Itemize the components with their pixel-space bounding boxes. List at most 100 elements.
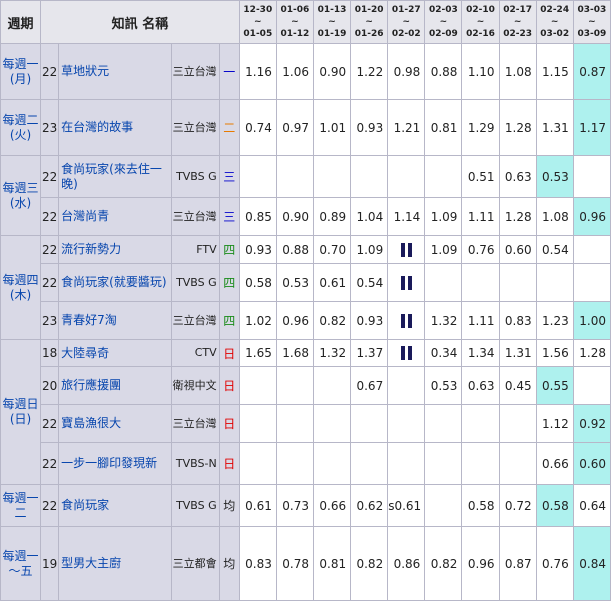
weekday-cell: 一 — [218, 43, 240, 100]
rating-cell: 0.74 — [238, 99, 277, 156]
table-row: 每週二(火) 23 在台灣的故事 三立台灣 二 0.74 0.97 1.01 0… — [0, 99, 611, 156]
network-cell: TVBS-N — [170, 442, 220, 485]
rating-cell: 0.58 — [238, 263, 277, 302]
rating-cell — [387, 366, 426, 405]
program-link[interactable]: 流行新勢力 — [58, 235, 172, 264]
rating-cell: 0.89 — [312, 197, 352, 236]
day-cell[interactable]: 每週一～五 — [0, 526, 42, 601]
rating-cell: 0.53 — [535, 155, 574, 198]
program-link[interactable]: 旅行應援團 — [58, 366, 172, 405]
rating-cell: 0.62 — [350, 484, 389, 527]
time-cell: 22 — [40, 484, 60, 527]
pause-cell — [387, 301, 426, 340]
rating-cell — [350, 442, 389, 485]
program-link[interactable]: 大陸尋奇 — [58, 339, 172, 367]
rating-cell — [498, 404, 537, 443]
rating-cell: 0.76 — [535, 526, 574, 601]
time-cell: 22 — [40, 263, 60, 302]
rating-cell: 1.28 — [572, 339, 611, 367]
network-cell: TVBS G — [170, 263, 220, 302]
weekday-cell: 均 — [218, 526, 240, 601]
rating-cell — [498, 442, 537, 485]
day-cell[interactable]: 每週日(日) — [0, 339, 42, 485]
program-link[interactable]: 一步一腳印發現新 — [58, 442, 172, 485]
table-row: 22 台灣尚青 三立台灣 三 0.85 0.90 0.89 1.04 1.14 … — [1, 197, 611, 236]
rating-cell: 0.58 — [535, 484, 574, 527]
rating-cell: 0.64 — [572, 484, 611, 527]
rating-cell: 1.01 — [312, 99, 352, 156]
week-header: 01-27 ~02-02 — [387, 0, 426, 44]
rating-cell — [572, 235, 611, 264]
rating-cell: 1.32 — [424, 301, 463, 340]
day-cell[interactable]: 每週四(木) — [0, 235, 42, 340]
pause-icon — [400, 313, 412, 328]
rating-cell — [275, 442, 314, 485]
rating-cell: 1.23 — [535, 301, 574, 340]
program-link[interactable]: 寶島漁很大 — [58, 404, 172, 443]
rating-cell: 1.28 — [498, 197, 537, 236]
rating-cell — [535, 263, 574, 302]
rating-cell: 0.53 — [275, 263, 314, 302]
rating-cell: 1.08 — [498, 43, 537, 100]
program-link[interactable]: 在台灣的故事 — [58, 99, 172, 156]
program-link[interactable]: 草地狀元 — [58, 43, 172, 100]
rating-cell: 1.10 — [461, 43, 500, 100]
rating-cell: 0.96 — [461, 526, 500, 601]
rating-cell — [238, 442, 277, 485]
program-link[interactable]: 食尚玩家(來去住一晚) — [58, 155, 172, 198]
week-header: 03-03 ~03-09 — [572, 0, 611, 44]
rating-cell — [461, 404, 500, 443]
table-row: 每週三(水) 22 食尚玩家(來去住一晚) TVBS G 三 0.51 0.63… — [0, 155, 611, 236]
program-link[interactable]: 食尚玩家 — [58, 484, 172, 527]
rating-cell: 0.82 — [312, 301, 352, 340]
program-link[interactable]: 台灣尚青 — [58, 197, 172, 236]
rating-cell — [387, 404, 426, 443]
network-cell: 三立台灣 — [170, 197, 220, 236]
rating-cell: 1.11 — [461, 301, 500, 340]
ratings-table: 週期 知訊 名稱 12-30 ~01-05 01-06 ~01-12 01-13 ~0… — [0, 0, 611, 601]
program-link[interactable]: 型男大主廚 — [58, 526, 172, 601]
rating-cell: 0.51 — [461, 155, 500, 198]
day-cell[interactable]: 每週二(火) — [0, 99, 42, 156]
time-cell: 22 — [40, 442, 60, 485]
rating-cell: 0.81 — [424, 99, 463, 156]
rating-cell: 1.04 — [350, 197, 389, 236]
rating-cell: 1.65 — [238, 339, 277, 367]
time-cell: 22 — [40, 197, 60, 236]
table-row: 22 一步一腳印發現新 TVBS-N 日 0.66 0.60 — [1, 442, 611, 485]
rating-cell — [275, 366, 314, 405]
rating-cell: 0.88 — [424, 43, 463, 100]
program-link[interactable]: 青春好7淘 — [58, 301, 172, 340]
rating-cell: 0.83 — [498, 301, 537, 340]
rating-cell: 0.67 — [350, 366, 389, 405]
weekday-cell: 日 — [218, 442, 240, 485]
table-row: 每週一～五 19 型男大主廚 三立都會 均 0.83 0.78 0.81 0.8… — [0, 526, 611, 601]
rating-cell: 0.90 — [312, 43, 352, 100]
weekday-cell: 日 — [218, 404, 240, 443]
program-link[interactable]: 食尚玩家(就要醬玩) — [58, 263, 172, 302]
week-header: 12-30 ~01-05 — [238, 0, 277, 44]
network-cell: 衛視中文 — [170, 366, 220, 405]
pause-cell — [387, 235, 426, 264]
time-cell: 22 — [40, 43, 60, 100]
day-cell[interactable]: 每週一(月) — [0, 43, 42, 100]
table-row: 每週日(日) 18 大陸尋奇 CTV 日 1.65 1.68 1.32 1.37… — [0, 339, 611, 485]
day-cell[interactable]: 每週三(水) — [0, 155, 42, 236]
rating-cell: 0.45 — [498, 366, 537, 405]
rating-cell: 0.93 — [238, 235, 277, 264]
time-cell: 18 — [40, 339, 60, 367]
rating-cell: 0.87 — [572, 43, 611, 100]
weekday-cell: 二 — [218, 99, 240, 156]
rating-cell: 1.17 — [572, 99, 611, 156]
rating-cell: 1.12 — [535, 404, 574, 443]
rating-cell: 1.09 — [350, 235, 389, 264]
rating-cell: 1.68 — [275, 339, 314, 367]
table-row: 22 食尚玩家(就要醬玩) TVBS G 四 0.58 0.53 0.61 0.… — [1, 263, 611, 302]
rating-cell: 0.61 — [312, 263, 352, 302]
rating-cell: 0.63 — [498, 155, 537, 198]
rating-cell — [238, 366, 277, 405]
rating-cell: 0.54 — [535, 235, 574, 264]
network-cell: 三立都會 — [170, 526, 220, 601]
rating-cell: 0.66 — [312, 484, 352, 527]
day-cell[interactable]: 每週一二 — [0, 484, 42, 527]
